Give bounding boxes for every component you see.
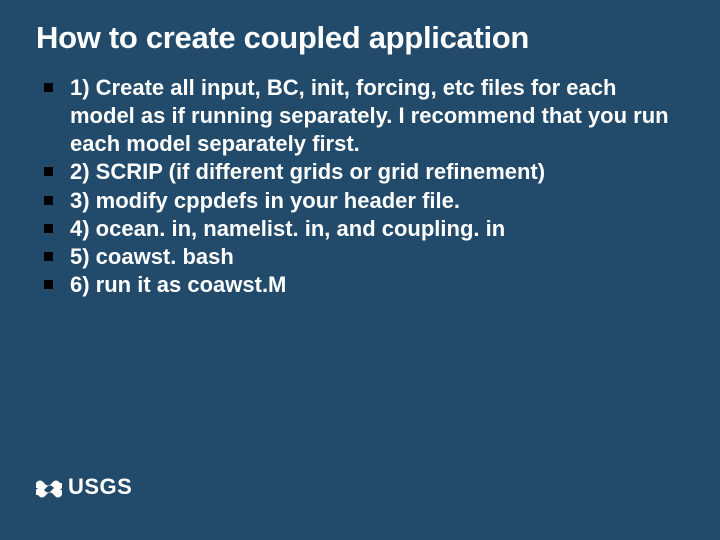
list-item: 3) modify cppdefs in your header file. xyxy=(42,187,684,215)
logo-text: USGS xyxy=(68,474,132,500)
slide: How to create coupled application 1) Cre… xyxy=(0,0,720,540)
wave-icon xyxy=(36,476,62,498)
list-item-text: 2) SCRIP (if different grids or grid ref… xyxy=(70,159,545,184)
list-item: 5) coawst. bash xyxy=(42,243,684,271)
list-item-text: 1) Create all input, BC, init, forcing, … xyxy=(70,75,669,156)
usgs-logo: USGS xyxy=(36,474,132,500)
bullet-list: 1) Create all input, BC, init, forcing, … xyxy=(36,74,684,299)
list-item: 6) run it as coawst.M xyxy=(42,271,684,299)
list-item: 2) SCRIP (if different grids or grid ref… xyxy=(42,158,684,186)
slide-title: How to create coupled application xyxy=(36,20,684,56)
list-item-text: 3) modify cppdefs in your header file. xyxy=(70,188,460,213)
list-item: 1) Create all input, BC, init, forcing, … xyxy=(42,74,684,158)
list-item-text: 5) coawst. bash xyxy=(70,244,234,269)
list-item-text: 6) run it as coawst.M xyxy=(70,272,286,297)
list-item-text: 4) ocean. in, namelist. in, and coupling… xyxy=(70,216,505,241)
list-item: 4) ocean. in, namelist. in, and coupling… xyxy=(42,215,684,243)
